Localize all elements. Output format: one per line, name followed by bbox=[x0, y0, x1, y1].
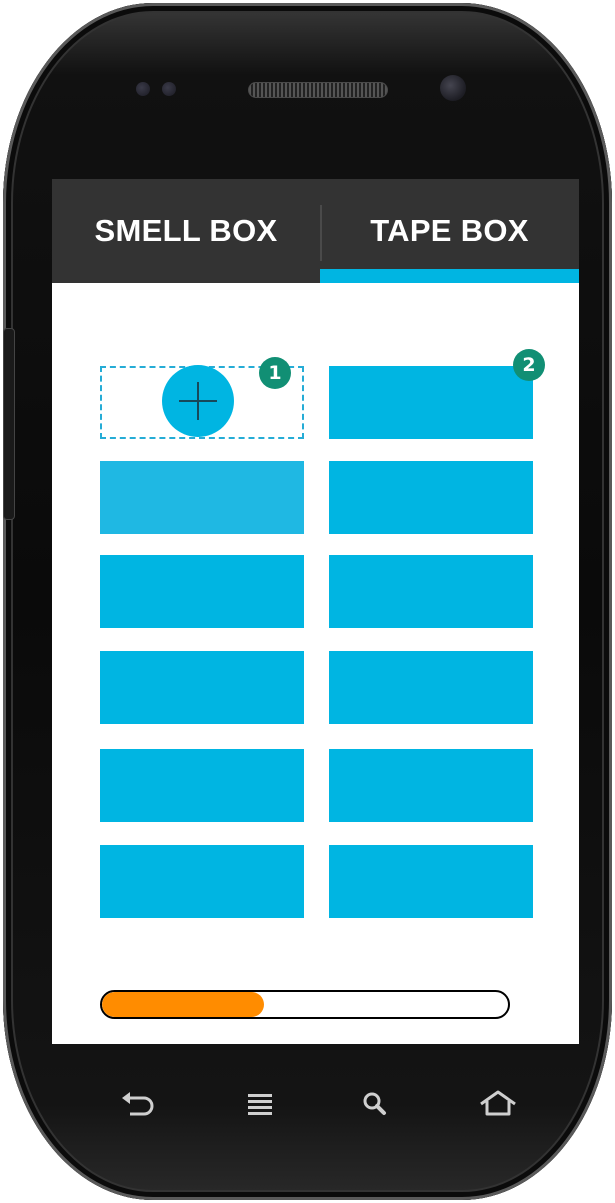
add-button[interactable] bbox=[162, 365, 234, 437]
search-icon bbox=[363, 1092, 386, 1115]
home-icon bbox=[480, 1090, 516, 1116]
menu-button[interactable] bbox=[225, 1073, 295, 1133]
tab-tape-box[interactable]: TAPE BOX bbox=[320, 179, 579, 283]
sensor-icon bbox=[162, 82, 176, 96]
menu-icon bbox=[248, 1094, 272, 1115]
tape-tile[interactable] bbox=[329, 749, 533, 822]
system-nav-bar bbox=[3, 1073, 615, 1133]
smell-tile[interactable] bbox=[100, 555, 304, 628]
smell-tile[interactable] bbox=[100, 461, 304, 534]
active-tab-indicator bbox=[320, 269, 579, 283]
tape-tile[interactable] bbox=[329, 651, 533, 724]
progress-fill bbox=[102, 992, 265, 1017]
progress-bar bbox=[100, 990, 510, 1019]
app-screen: SMELL BOX TAPE BOX 1 2 bbox=[52, 179, 579, 1044]
back-button[interactable] bbox=[103, 1073, 173, 1133]
search-button[interactable] bbox=[340, 1073, 410, 1133]
tape-tile[interactable] bbox=[329, 845, 533, 918]
earpiece-speaker bbox=[248, 82, 388, 98]
back-icon bbox=[122, 1092, 154, 1116]
annotation-badge-1: 1 bbox=[259, 357, 291, 389]
tape-tile[interactable] bbox=[329, 461, 533, 534]
home-button[interactable] bbox=[463, 1073, 533, 1133]
tape-tile[interactable] bbox=[329, 555, 533, 628]
phone-frame: SMELL BOX TAPE BOX 1 2 bbox=[3, 3, 612, 1200]
tab-smell-box[interactable]: SMELL BOX bbox=[52, 179, 320, 283]
side-volume-button[interactable] bbox=[3, 328, 15, 520]
smell-tile[interactable] bbox=[100, 749, 304, 822]
smell-tile[interactable] bbox=[100, 845, 304, 918]
tab-bar: SMELL BOX TAPE BOX bbox=[52, 179, 579, 283]
annotation-badge-2: 2 bbox=[513, 349, 545, 381]
tape-tile[interactable] bbox=[329, 366, 533, 439]
sensor-icon bbox=[136, 82, 150, 96]
front-camera-icon bbox=[440, 75, 466, 101]
smell-tile[interactable] bbox=[100, 651, 304, 724]
